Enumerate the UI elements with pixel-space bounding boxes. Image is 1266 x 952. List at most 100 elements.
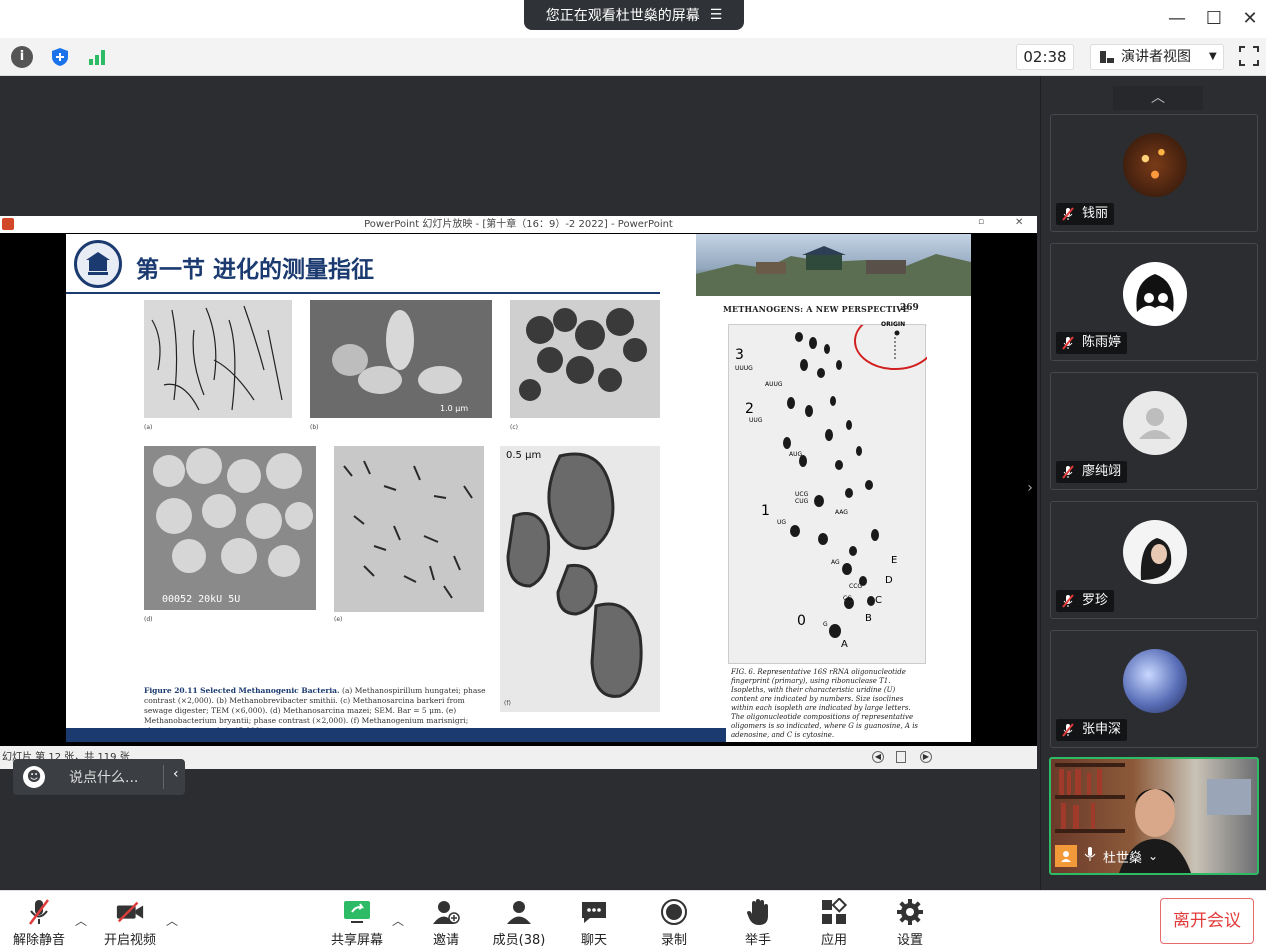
- gel-label-uug: UUG: [749, 417, 763, 424]
- record-icon: [659, 897, 689, 927]
- raise-hand-label: 举手: [744, 933, 771, 948]
- minimize-button[interactable]: —: [1166, 8, 1188, 30]
- mic-muted-icon: [1060, 722, 1076, 738]
- campus-photo-banner: [696, 234, 971, 296]
- signal-strength-icon[interactable]: [86, 46, 108, 68]
- raise-hand-button[interactable]: 举手: [740, 894, 776, 948]
- micrograph-c: [510, 300, 660, 418]
- fullscreen-icon[interactable]: [1238, 45, 1260, 67]
- powerpoint-title-text: PowerPoint 幻灯片放映 - [第十章（16：9）-2 2022] - …: [364, 219, 673, 230]
- participant-tile[interactable]: 罗珍: [1050, 501, 1258, 619]
- ppt-close-icon[interactable]: ✕: [1015, 217, 1023, 228]
- mic-muted-icon: [1060, 593, 1076, 609]
- unmute-button[interactable]: 解除静音: [10, 894, 68, 948]
- university-logo: [74, 240, 122, 288]
- video-off-icon: [115, 897, 145, 927]
- scroll-up-icon[interactable]: ︿: [1113, 86, 1203, 110]
- members-button[interactable]: 成员(38): [490, 894, 548, 948]
- gel-label-uuug: UUUG: [735, 365, 753, 372]
- photo-label-a: (a): [144, 424, 153, 431]
- record-button[interactable]: 录制: [656, 894, 692, 948]
- chat-input-box[interactable]: ☻ 说点什么... ‹: [13, 759, 185, 795]
- share-screen-label: 共享屏幕: [330, 933, 383, 948]
- gel-label-ccg: CCG: [849, 583, 863, 590]
- emoji-icon[interactable]: ☻: [23, 766, 45, 788]
- participant-nameplate: 钱丽: [1056, 203, 1115, 225]
- close-button[interactable]: ✕: [1239, 8, 1261, 30]
- powerpoint-window: PowerPoint 幻灯片放映 - [第十章（16：9）-2 2022] - …: [0, 216, 1037, 769]
- maximize-button[interactable]: ☐: [1203, 8, 1225, 30]
- gel-label-1: 1: [761, 503, 770, 519]
- gel-label-aag: AAG: [835, 509, 848, 516]
- gel-label-cug: CUG: [795, 498, 809, 505]
- participant-tile[interactable]: 张申深: [1050, 630, 1258, 748]
- mic-muted-icon: [1060, 335, 1076, 351]
- gel-label-2: 2: [745, 401, 754, 417]
- gel-label-aug: AUG: [789, 451, 803, 458]
- participant-nameplate: 张申深: [1056, 719, 1128, 741]
- apps-grid-icon: [819, 897, 849, 927]
- gel-label-ucg: UCG: [795, 491, 809, 498]
- gel-label-a: A: [841, 639, 848, 650]
- next-slide-icon[interactable]: ▶: [920, 751, 932, 763]
- meeting-toolbar: [0, 890, 1266, 952]
- caption-title: Selected Methanogenic Bacteria.: [200, 686, 340, 695]
- participant-tile[interactable]: 钱丽: [1050, 114, 1258, 232]
- start-video-button[interactable]: 开启视频: [100, 894, 160, 948]
- share-banner-text: 您正在观看杜世燊的屏幕: [545, 8, 700, 24]
- chat-placeholder[interactable]: 说点什么...: [69, 767, 138, 787]
- share-options-caret[interactable]: ︿: [392, 912, 404, 929]
- gel-label-3: 3: [735, 347, 744, 363]
- screen-share-banner[interactable]: 您正在观看杜世燊的屏幕 ☰: [524, 0, 744, 30]
- collapse-sidebar-icon[interactable]: ›: [1022, 480, 1038, 506]
- participant-name: 廖纯翊: [1082, 464, 1122, 479]
- gel-label-e: E: [891, 555, 898, 566]
- default-avatar: [1123, 391, 1187, 455]
- anime-avatar: [1123, 649, 1187, 713]
- meeting-timer: 02:38: [1016, 44, 1074, 70]
- participant-tile[interactable]: 廖纯翊: [1050, 372, 1258, 490]
- leave-meeting-button[interactable]: 离开会议: [1160, 898, 1254, 944]
- participant-tile[interactable]: 陈雨婷: [1050, 243, 1258, 361]
- mic-muted-icon: [1060, 206, 1076, 222]
- mic-on-icon: [1083, 846, 1097, 866]
- settings-button[interactable]: 设置: [892, 894, 928, 948]
- scale-bar-f: 0.5 μm: [506, 450, 542, 461]
- gel-label-g: G: [823, 621, 828, 628]
- scale-bar-b: 1.0 μm: [440, 404, 469, 413]
- security-shield-icon[interactable]: [49, 46, 71, 68]
- share-screen-button[interactable]: 共享屏幕: [328, 894, 386, 948]
- paper-caption: FIG. 6. Representative 16S rRNA oligonuc…: [731, 668, 919, 739]
- gel-label-d: D: [885, 575, 893, 586]
- chat-label: 聊天: [580, 933, 607, 948]
- video-options-caret[interactable]: ︿: [166, 912, 178, 929]
- share-screen-icon: [342, 897, 372, 927]
- gel-label-auug: AUUG: [765, 381, 783, 388]
- slide-sorter-icon[interactable]: [896, 751, 906, 763]
- photo-label-c: (c): [510, 424, 518, 431]
- apps-button[interactable]: 应用: [816, 894, 852, 948]
- invite-label: 邀请: [432, 933, 459, 948]
- chat-button[interactable]: 聊天: [576, 894, 612, 948]
- collapse-chat-icon[interactable]: ‹: [173, 766, 179, 782]
- gel-label-ag: AG: [831, 559, 840, 566]
- paper-excerpt: METHANOGENS: A NEW PERSPECTIVE 269 ORIGI…: [718, 296, 936, 739]
- participant-nameplate: 陈雨婷: [1056, 332, 1128, 354]
- slide-title: 第一节 进化的测量指征: [136, 257, 375, 283]
- prev-slide-icon[interactable]: ◀: [872, 751, 884, 763]
- info-icon[interactable]: i: [11, 46, 33, 68]
- menu-icon[interactable]: ☰: [710, 7, 723, 23]
- apps-label: 应用: [820, 933, 847, 948]
- self-nameplate: 杜世燊 ⌄: [1055, 845, 1158, 867]
- self-video-tile[interactable]: 杜世燊 ⌄: [1049, 757, 1259, 875]
- view-mode-dropdown[interactable]: 演讲者视图 ▼: [1090, 44, 1224, 70]
- restore-icon[interactable]: ▫: [978, 217, 984, 227]
- chevron-down-icon[interactable]: ⌄: [1148, 849, 1158, 863]
- lights-avatar: [1123, 133, 1187, 197]
- paper-page-number: 269: [900, 303, 919, 313]
- photo-label-b: (b): [310, 424, 319, 431]
- audio-options-caret[interactable]: ︿: [75, 912, 87, 929]
- cartoon-avatar: [1123, 262, 1187, 326]
- invite-button[interactable]: 邀请: [428, 894, 464, 948]
- slide: 第一节 进化的测量指征 1.0 μm (a) (b) (c) 00052 20k…: [66, 234, 971, 742]
